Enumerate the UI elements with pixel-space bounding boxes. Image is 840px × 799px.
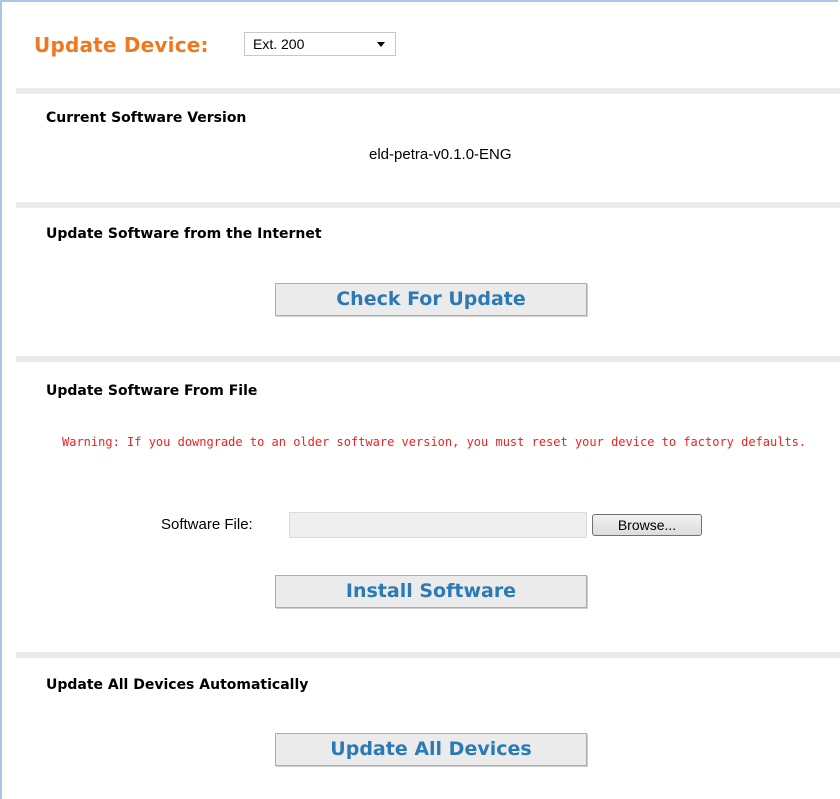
device-select-value: Ext. 200 <box>253 36 305 52</box>
section-divider <box>16 652 840 658</box>
update-device-label: Update Device: <box>34 33 209 57</box>
section-divider <box>16 356 840 362</box>
chevron-down-icon <box>377 42 385 47</box>
file-update-title: Update Software From File <box>46 383 258 399</box>
check-for-update-button[interactable]: Check For Update <box>275 283 587 316</box>
device-select[interactable]: Ext. 200 <box>244 32 396 56</box>
current-version-value: eld-petra-v0.1.0-ENG <box>369 146 512 163</box>
update-all-devices-button[interactable]: Update All Devices <box>275 733 587 766</box>
downgrade-warning: Warning: If you downgrade to an older so… <box>62 435 807 449</box>
current-version-title: Current Software Version <box>46 110 247 126</box>
internet-update-title: Update Software from the Internet <box>46 226 322 242</box>
software-file-input[interactable] <box>289 512 587 538</box>
browse-button[interactable]: Browse... <box>592 514 702 536</box>
install-software-button[interactable]: Install Software <box>275 575 587 608</box>
auto-update-title: Update All Devices Automatically <box>46 677 309 693</box>
header: Update Device: Ext. 200 <box>0 0 840 88</box>
section-divider <box>16 202 840 208</box>
section-divider <box>16 88 840 94</box>
software-file-label: Software File: <box>161 516 253 533</box>
